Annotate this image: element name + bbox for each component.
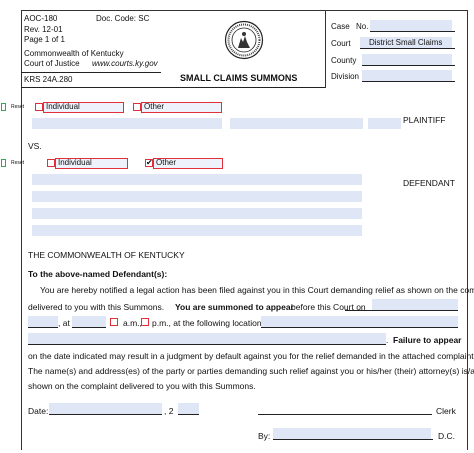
am-label: a.m., bbox=[123, 318, 142, 328]
deputy-clerk-input[interactable] bbox=[273, 428, 431, 439]
header-divider-full bbox=[21, 87, 325, 88]
location-underline-1 bbox=[261, 327, 458, 328]
header-divider-left bbox=[21, 72, 161, 73]
defendant-individual-label: Individual bbox=[58, 158, 92, 167]
failure-to-appear-text: Failure to appear bbox=[393, 335, 462, 345]
kentucky-seal-icon bbox=[224, 20, 264, 60]
plaintiff-address-input[interactable] bbox=[230, 118, 363, 129]
dc-label: D.C. bbox=[438, 431, 455, 441]
plaintiff-other-checkbox[interactable] bbox=[133, 103, 141, 111]
clerk-label: Clerk bbox=[436, 406, 456, 416]
clerk-signature-line bbox=[258, 414, 432, 415]
default-warning-line: on the date indicated may result in a ju… bbox=[28, 351, 474, 361]
deputy-clerk-underline bbox=[273, 439, 433, 440]
county-underline bbox=[362, 65, 455, 66]
appearance-date-input[interactable] bbox=[372, 299, 458, 310]
pm-checkbox[interactable] bbox=[141, 318, 149, 326]
court-value: District Small Claims bbox=[369, 38, 443, 47]
defendant-individual-checkbox[interactable] bbox=[47, 159, 55, 167]
date-label: Date: bbox=[28, 406, 49, 416]
location-input-1[interactable] bbox=[261, 316, 458, 327]
am-checkbox[interactable] bbox=[110, 318, 118, 326]
year-input[interactable] bbox=[178, 403, 199, 414]
defendant-name-input[interactable] bbox=[32, 174, 362, 185]
year-underline bbox=[178, 414, 199, 415]
at-label: , at bbox=[58, 318, 70, 328]
defendant-address3-input[interactable] bbox=[32, 225, 362, 236]
defendant-other-checkbox[interactable]: ✔ bbox=[145, 159, 153, 167]
court-of-justice-line: Court of Justice bbox=[24, 59, 80, 68]
defendant-role-label: DEFENDANT bbox=[403, 178, 455, 188]
revision: Rev. 12-01 bbox=[24, 25, 63, 34]
year-prefix: , 2 bbox=[164, 406, 174, 416]
parties-line-1: The name(s) and address(es) of the party… bbox=[28, 366, 474, 376]
division-underline bbox=[362, 81, 455, 82]
division-label: Division bbox=[331, 72, 360, 81]
form-title: SMALL CLAIMS SUMMONS bbox=[180, 73, 298, 83]
defendant-address2-input[interactable] bbox=[32, 208, 362, 219]
court-underline bbox=[360, 48, 455, 49]
notice-line-1: You are hereby notified a legal action h… bbox=[40, 285, 474, 295]
doc-code: Doc. Code: SC bbox=[96, 14, 150, 23]
defendant-address1-input[interactable] bbox=[32, 191, 362, 202]
plaintiff-individual-label: Individual bbox=[46, 102, 80, 111]
pm-label: p.m., at the following location: bbox=[152, 318, 264, 328]
court-label: Court bbox=[331, 39, 351, 48]
parties-line-2: shown on the complaint delivered to you … bbox=[28, 381, 256, 391]
page-count: Page 1 of 1 bbox=[24, 35, 65, 44]
by-label: By: bbox=[258, 431, 271, 441]
date-underline bbox=[49, 414, 162, 415]
date-input[interactable] bbox=[49, 403, 162, 414]
form-number: AOC-180 bbox=[24, 14, 58, 23]
case-no-label: No. bbox=[356, 22, 369, 31]
appearance-time-input[interactable] bbox=[72, 316, 106, 327]
notice-line-2c: before this Court on bbox=[291, 302, 366, 312]
county-label: County bbox=[331, 56, 357, 65]
case-number-input[interactable] bbox=[370, 20, 452, 31]
statute: KRS 24A.280 bbox=[24, 75, 73, 84]
plaintiff-name-input[interactable] bbox=[32, 118, 222, 129]
plaintiff-other-label: Other bbox=[144, 102, 165, 111]
appearance-time-underline bbox=[72, 327, 106, 328]
location-period: . bbox=[386, 335, 389, 345]
website: www.courts.ky.gov bbox=[92, 59, 158, 68]
defendant-reset-label: Reset bbox=[11, 160, 25, 166]
county-input[interactable] bbox=[362, 54, 452, 65]
case-label: Case bbox=[331, 22, 350, 31]
case-info-divider bbox=[325, 10, 326, 88]
defendant-other-label: Other bbox=[156, 158, 177, 167]
plaintiff-individual-checkbox[interactable] bbox=[35, 103, 43, 111]
division-input[interactable] bbox=[362, 70, 452, 81]
appearance-year-input[interactable] bbox=[28, 316, 58, 327]
commonwealth-line: Commonwealth of Kentucky bbox=[24, 49, 124, 58]
location-input-2[interactable] bbox=[28, 333, 386, 344]
plaintiff-reset-label: Reset bbox=[11, 104, 25, 110]
to-defendant-heading: To the above-named Defendant(s): bbox=[28, 269, 168, 279]
appearance-date-underline bbox=[345, 310, 458, 311]
plaintiff-extra-input[interactable] bbox=[368, 118, 401, 129]
location-underline-2 bbox=[28, 344, 386, 345]
summoned-text: You are summoned to appear bbox=[175, 302, 294, 312]
commonwealth-heading: THE COMMONWEALTH OF KENTUCKY bbox=[28, 250, 185, 260]
appearance-year-underline bbox=[28, 327, 58, 328]
plaintiff-reset-button[interactable] bbox=[1, 103, 6, 111]
defendant-reset-button[interactable] bbox=[1, 159, 6, 167]
plaintiff-role-label: PLAINTIFF bbox=[403, 115, 446, 125]
case-number-underline bbox=[370, 31, 455, 32]
vs-label: VS. bbox=[28, 141, 42, 151]
notice-line-2a: delivered to you with this Summons. bbox=[28, 302, 165, 312]
checkmark-icon: ✔ bbox=[146, 158, 153, 167]
